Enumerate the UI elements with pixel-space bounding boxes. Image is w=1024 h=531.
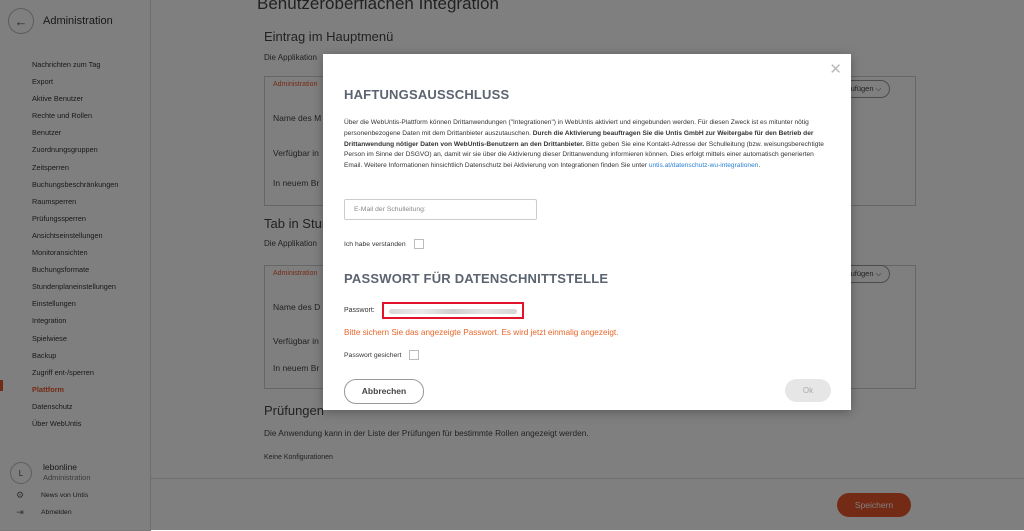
password-saved-label: Passwort gesichert [344, 351, 402, 359]
disclaimer-title: HAFTUNGSAUSSCHLUSS [344, 87, 510, 102]
ok-button[interactable]: Ok [785, 379, 831, 402]
understood-checkbox[interactable] [413, 239, 424, 249]
password-value [389, 309, 517, 314]
password-label: Passwort: [344, 307, 375, 314]
password-value-highlight [382, 302, 524, 319]
disclaimer-text: Über die WebUntis-Plattform können Dritt… [344, 118, 833, 172]
close-icon[interactable]: ✕ [829, 62, 842, 77]
cancel-button[interactable]: Abbrechen [344, 379, 424, 404]
understood-row: Ich habe verstanden [344, 239, 424, 249]
password-warning: Bitte sichern Sie das angezeigte Passwor… [344, 328, 619, 337]
disclaimer-modal: ✕ HAFTUNGSAUSSCHLUSS Über die WebUntis-P… [323, 54, 851, 410]
understood-label: Ich habe verstanden [344, 240, 406, 248]
password-title: PASSWORT FÜR DATENSCHNITTSTELLE [344, 271, 609, 286]
password-saved-row: Passwort gesichert [344, 350, 420, 360]
privacy-link[interactable]: untis.at/datenschutz-wu-integrationen [649, 162, 759, 169]
password-saved-checkbox[interactable] [409, 350, 420, 360]
disclaimer-end: . [758, 162, 761, 170]
email-field[interactable]: E-Mail der Schulleitung: [344, 199, 537, 220]
